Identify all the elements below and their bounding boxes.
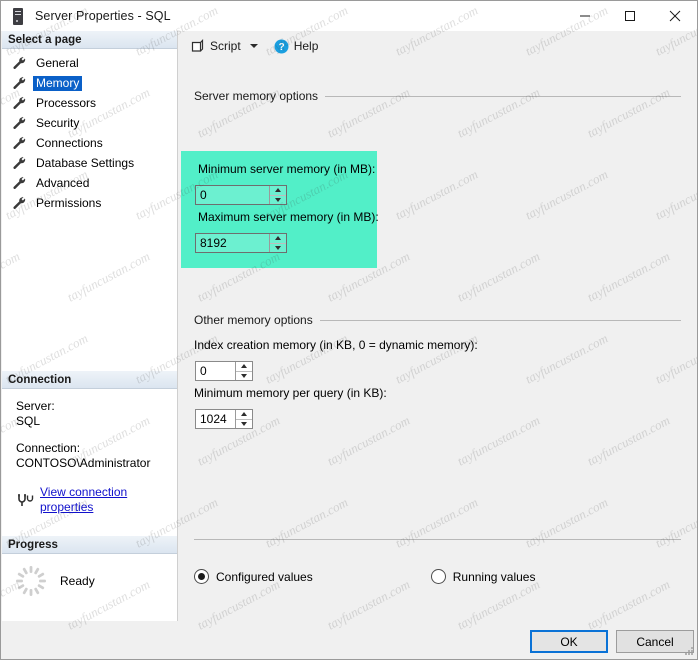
script-button[interactable]: Script xyxy=(186,35,262,57)
index-creation-memory-value: 0 xyxy=(200,364,207,378)
minimize-icon[interactable] xyxy=(562,1,607,31)
connection-header: Connection xyxy=(2,371,177,389)
window-title: Server Properties - SQL xyxy=(35,9,171,23)
wrench-icon xyxy=(13,136,26,150)
connection-value: CONTOSO\Administrator xyxy=(16,456,151,470)
progress-status: Ready xyxy=(60,574,95,588)
sidebar-item-label: Permissions xyxy=(36,195,102,210)
sidebar-item-label: Processors xyxy=(36,95,97,110)
radio-indicator[interactable] xyxy=(430,569,446,584)
min-memory-per-query-stepper[interactable] xyxy=(235,410,252,428)
radio-indicator[interactable] xyxy=(194,569,209,584)
sidebar-item-label: Database Settings xyxy=(36,155,135,170)
server-label: Server: xyxy=(16,399,55,413)
max-server-memory-stepper[interactable] xyxy=(269,234,286,252)
max-server-memory-value: 8192 xyxy=(200,236,227,250)
min-server-memory-label: Minimum server memory (in MB): xyxy=(198,162,376,176)
sidebar: Select a page General Memory Processors … xyxy=(2,31,178,621)
stepper-up-icon[interactable] xyxy=(270,234,286,244)
titlebar: Server Properties - SQL xyxy=(1,1,697,31)
wrench-icon xyxy=(13,56,26,70)
sidebar-item-database-settings[interactable]: Database Settings xyxy=(2,153,177,173)
window-controls xyxy=(562,1,697,31)
sidebar-item-memory[interactable]: Memory xyxy=(2,73,177,93)
server-icon xyxy=(10,7,26,25)
sidebar-item-connections[interactable]: Connections xyxy=(2,133,177,153)
running-values-radio[interactable]: Running values xyxy=(430,569,536,584)
bottom-divider xyxy=(194,539,681,540)
wrench-icon xyxy=(13,76,26,90)
sidebar-item-label: Connections xyxy=(36,135,103,150)
other-memory-options-group: Other memory options xyxy=(194,313,681,327)
stepper-down-icon[interactable] xyxy=(270,244,286,253)
stepper-down-icon[interactable] xyxy=(236,420,252,429)
index-creation-memory-input[interactable]: 0 xyxy=(195,361,253,381)
min-memory-per-query-value: 1024 xyxy=(200,412,227,426)
select-a-page-header: Select a page xyxy=(2,31,177,49)
server-value: SQL xyxy=(16,414,41,428)
min-server-memory-value: 0 xyxy=(200,188,207,202)
sidebar-item-label: Memory xyxy=(33,75,83,91)
connection-panel: Connection Server: SQL Connection: CONTO… xyxy=(2,371,177,515)
sidebar-item-permissions[interactable]: Permissions xyxy=(2,193,177,213)
min-server-memory-input[interactable]: 0 xyxy=(195,185,287,205)
script-icon xyxy=(191,38,204,52)
sidebar-item-processors[interactable]: Processors xyxy=(2,93,177,113)
help-label: Help xyxy=(293,39,319,53)
progress-header: Progress xyxy=(2,536,177,554)
sidebar-item-security[interactable]: Security xyxy=(2,113,177,133)
help-button[interactable]: ? Help xyxy=(270,35,323,57)
progress-panel: Progress Ready xyxy=(2,536,177,598)
toolbar: Script ? Help xyxy=(178,31,697,61)
ok-button[interactable]: OK xyxy=(530,630,608,653)
sidebar-item-advanced[interactable]: Advanced xyxy=(2,173,177,193)
other-memory-options-label: Other memory options xyxy=(194,313,313,327)
plug-icon xyxy=(18,494,34,506)
wrench-icon xyxy=(13,96,26,110)
sidebar-item-label: Security xyxy=(36,115,80,130)
loading-spinner-icon xyxy=(16,566,46,596)
maximize-icon[interactable] xyxy=(607,1,652,31)
sidebar-item-label: Advanced xyxy=(36,175,90,190)
script-label: Script xyxy=(210,39,241,53)
group-divider xyxy=(319,319,681,321)
resize-grip-icon[interactable] xyxy=(683,645,694,656)
svg-text:?: ? xyxy=(278,42,284,53)
footer: OK Cancel xyxy=(2,621,697,659)
configured-values-label: Configured values xyxy=(216,569,313,584)
stepper-up-icon[interactable] xyxy=(270,186,286,196)
server-memory-options-group: Server memory options xyxy=(194,89,681,103)
running-values-label: Running values xyxy=(452,569,536,584)
view-connection-properties-link[interactable]: View connection properties xyxy=(40,485,177,515)
wrench-icon xyxy=(13,116,26,130)
max-server-memory-label: Maximum server memory (in MB): xyxy=(198,210,379,224)
min-memory-per-query-label: Minimum memory per query (in KB): xyxy=(194,386,387,400)
help-icon: ? xyxy=(274,39,289,53)
wrench-icon xyxy=(13,196,26,210)
stepper-up-icon[interactable] xyxy=(236,362,252,372)
stepper-up-icon[interactable] xyxy=(236,410,252,420)
index-creation-memory-label: Index creation memory (in KB, 0 = dynami… xyxy=(194,338,478,352)
sidebar-item-general[interactable]: General xyxy=(2,53,177,73)
max-server-memory-input[interactable]: 8192 xyxy=(195,233,287,253)
index-creation-memory-stepper[interactable] xyxy=(235,362,252,380)
page-list: General Memory Processors Security Conne… xyxy=(2,49,177,213)
min-memory-per-query-input[interactable]: 1024 xyxy=(195,409,253,429)
wrench-icon xyxy=(13,156,26,170)
main-pane: Server memory options Minimum server mem… xyxy=(178,61,697,621)
min-server-memory-stepper[interactable] xyxy=(269,186,286,204)
server-properties-window: Server Properties - SQL Select a page Ge… xyxy=(0,0,698,660)
configured-values-radio[interactable]: Configured values xyxy=(194,569,313,584)
value-mode-radio-group: Configured values Running values xyxy=(194,569,684,584)
connection-label: Connection: xyxy=(16,441,81,455)
sidebar-item-label: General xyxy=(36,55,79,70)
server-memory-options-label: Server memory options xyxy=(194,89,319,103)
chevron-down-icon[interactable] xyxy=(249,44,258,48)
group-divider xyxy=(325,95,681,97)
stepper-down-icon[interactable] xyxy=(236,372,252,381)
wrench-icon xyxy=(13,176,26,190)
stepper-down-icon[interactable] xyxy=(270,196,286,205)
close-icon[interactable] xyxy=(652,1,697,31)
